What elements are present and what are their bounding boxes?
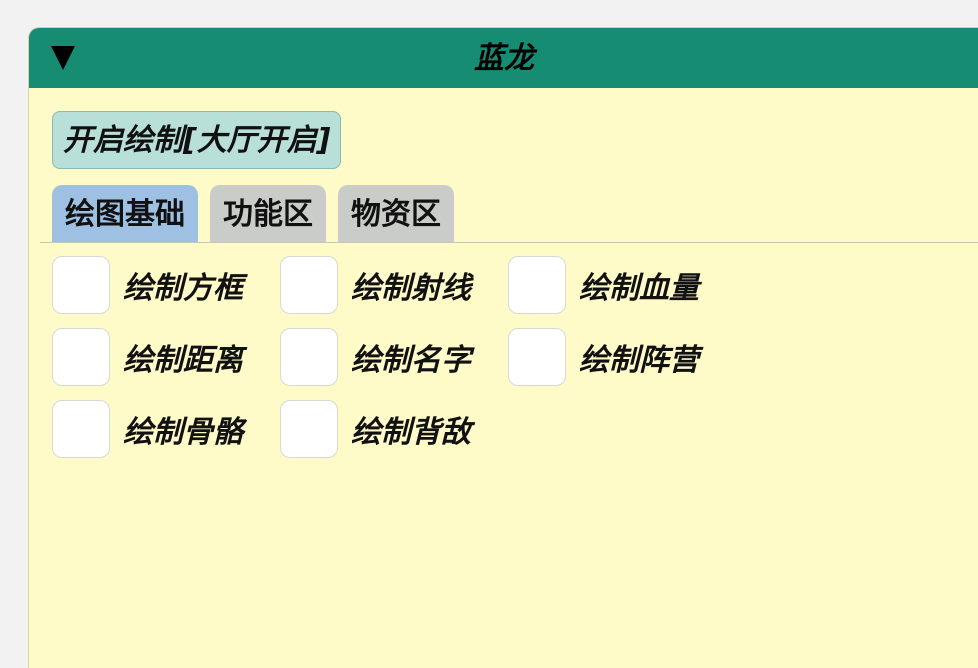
menu-window: 蓝龙 开启绘制[大厅开启] 绘图基础 功能区 物资区 绘制方框 绘制射线 绘制血… — [29, 28, 978, 668]
draw-name-checkbox[interactable] — [280, 328, 338, 386]
option-draw-health[interactable]: 绘制血量 — [508, 255, 699, 315]
draw-name-label: 绘制名字 — [351, 343, 471, 378]
tab-divider — [40, 242, 978, 243]
option-draw-name[interactable]: 绘制名字 — [280, 327, 471, 387]
draw-box-checkbox[interactable] — [52, 256, 110, 314]
option-draw-ray[interactable]: 绘制射线 — [280, 255, 471, 315]
tab-bar: 绘图基础 功能区 物资区 — [52, 185, 454, 242]
option-draw-skeleton[interactable]: 绘制骨骼 — [52, 399, 243, 459]
window-title: 蓝龙 — [474, 41, 534, 76]
draw-distance-checkbox[interactable] — [52, 328, 110, 386]
tab-supplies[interactable]: 物资区 — [338, 185, 454, 242]
draw-faction-checkbox[interactable] — [508, 328, 566, 386]
draw-ray-checkbox[interactable] — [280, 256, 338, 314]
draw-box-label: 绘制方框 — [123, 271, 243, 306]
tab-functions[interactable]: 功能区 — [210, 185, 326, 242]
option-draw-faction[interactable]: 绘制阵营 — [508, 327, 699, 387]
draw-health-checkbox[interactable] — [508, 256, 566, 314]
draw-ray-label: 绘制射线 — [351, 271, 471, 306]
enable-drawing-button[interactable]: 开启绘制[大厅开启] — [52, 111, 342, 169]
draw-behind-enemy-checkbox[interactable] — [280, 400, 338, 458]
tab-drawing-basics[interactable]: 绘图基础 — [52, 185, 198, 242]
draw-skeleton-checkbox[interactable] — [52, 400, 110, 458]
draw-distance-label: 绘制距离 — [123, 343, 243, 378]
option-draw-behind-enemy[interactable]: 绘制背敌 — [280, 399, 471, 459]
option-draw-distance[interactable]: 绘制距离 — [52, 327, 243, 387]
draw-behind-enemy-label: 绘制背敌 — [351, 415, 471, 450]
draw-faction-label: 绘制阵营 — [579, 343, 699, 378]
draw-health-label: 绘制血量 — [579, 271, 699, 306]
draw-skeleton-label: 绘制骨骼 — [123, 415, 243, 450]
title-bar[interactable]: 蓝龙 — [29, 28, 978, 88]
option-draw-box[interactable]: 绘制方框 — [52, 255, 243, 315]
